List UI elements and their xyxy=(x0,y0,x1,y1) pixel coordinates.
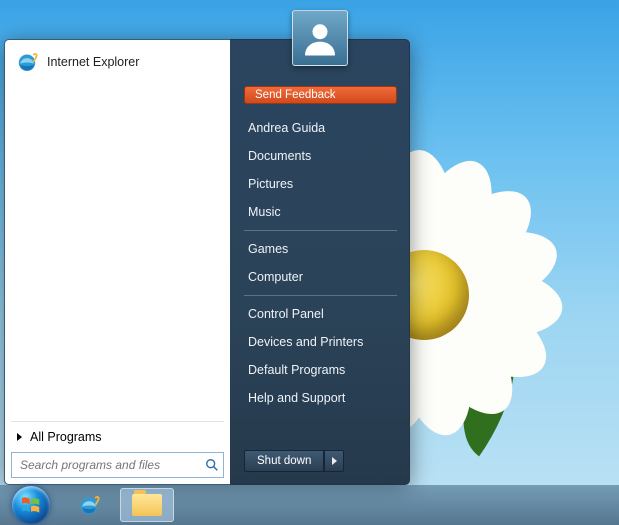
menu-separator xyxy=(244,230,397,231)
start-menu-left-pane: Internet Explorer All Programs xyxy=(4,39,230,485)
shutdown-control: Shut down xyxy=(244,450,344,472)
pinned-list: Internet Explorer xyxy=(9,46,226,78)
chevron-right-icon xyxy=(332,457,337,465)
right-menu-list: Andrea GuidaDocumentsPicturesMusicGamesC… xyxy=(244,114,397,412)
menu-item-default-programs[interactable]: Default Programs xyxy=(244,356,397,384)
menu-item-help-and-support[interactable]: Help and Support xyxy=(244,384,397,412)
start-menu: Internet Explorer All Programs Send Feed… xyxy=(4,39,410,485)
taskbar-item-ie[interactable] xyxy=(62,488,116,522)
taskbar-item-explorer[interactable] xyxy=(120,488,174,522)
all-programs-label: All Programs xyxy=(30,430,102,444)
start-button[interactable] xyxy=(4,488,58,522)
pinned-item-internet-explorer[interactable]: Internet Explorer xyxy=(9,46,226,78)
shutdown-options-button[interactable] xyxy=(324,450,344,472)
send-feedback-button[interactable]: Send Feedback xyxy=(244,86,397,104)
search-icon xyxy=(205,458,219,472)
menu-separator xyxy=(244,295,397,296)
folder-icon xyxy=(132,494,162,516)
chevron-right-icon xyxy=(17,433,22,441)
ie-icon xyxy=(15,50,39,74)
taskbar xyxy=(0,485,619,525)
menu-item-games[interactable]: Games xyxy=(244,235,397,263)
search-input[interactable] xyxy=(18,457,205,473)
ie-icon xyxy=(77,493,101,517)
menu-item-pictures[interactable]: Pictures xyxy=(244,170,397,198)
shutdown-button[interactable]: Shut down xyxy=(244,450,324,472)
user-avatar[interactable] xyxy=(292,10,348,66)
search-box[interactable] xyxy=(11,452,224,478)
person-icon xyxy=(300,18,340,58)
menu-item-control-panel[interactable]: Control Panel xyxy=(244,300,397,328)
pinned-item-label: Internet Explorer xyxy=(47,55,139,69)
all-programs-button[interactable]: All Programs xyxy=(11,421,224,452)
start-menu-right-pane: Send Feedback Andrea GuidaDocumentsPictu… xyxy=(230,39,410,485)
windows-orb-icon xyxy=(12,486,50,524)
desktop: Internet Explorer All Programs Send Feed… xyxy=(0,0,619,525)
menu-item-devices-and-printers[interactable]: Devices and Printers xyxy=(244,328,397,356)
menu-item-computer[interactable]: Computer xyxy=(244,263,397,291)
menu-item-andrea-guida[interactable]: Andrea Guida xyxy=(244,114,397,142)
menu-item-documents[interactable]: Documents xyxy=(244,142,397,170)
menu-item-music[interactable]: Music xyxy=(244,198,397,226)
